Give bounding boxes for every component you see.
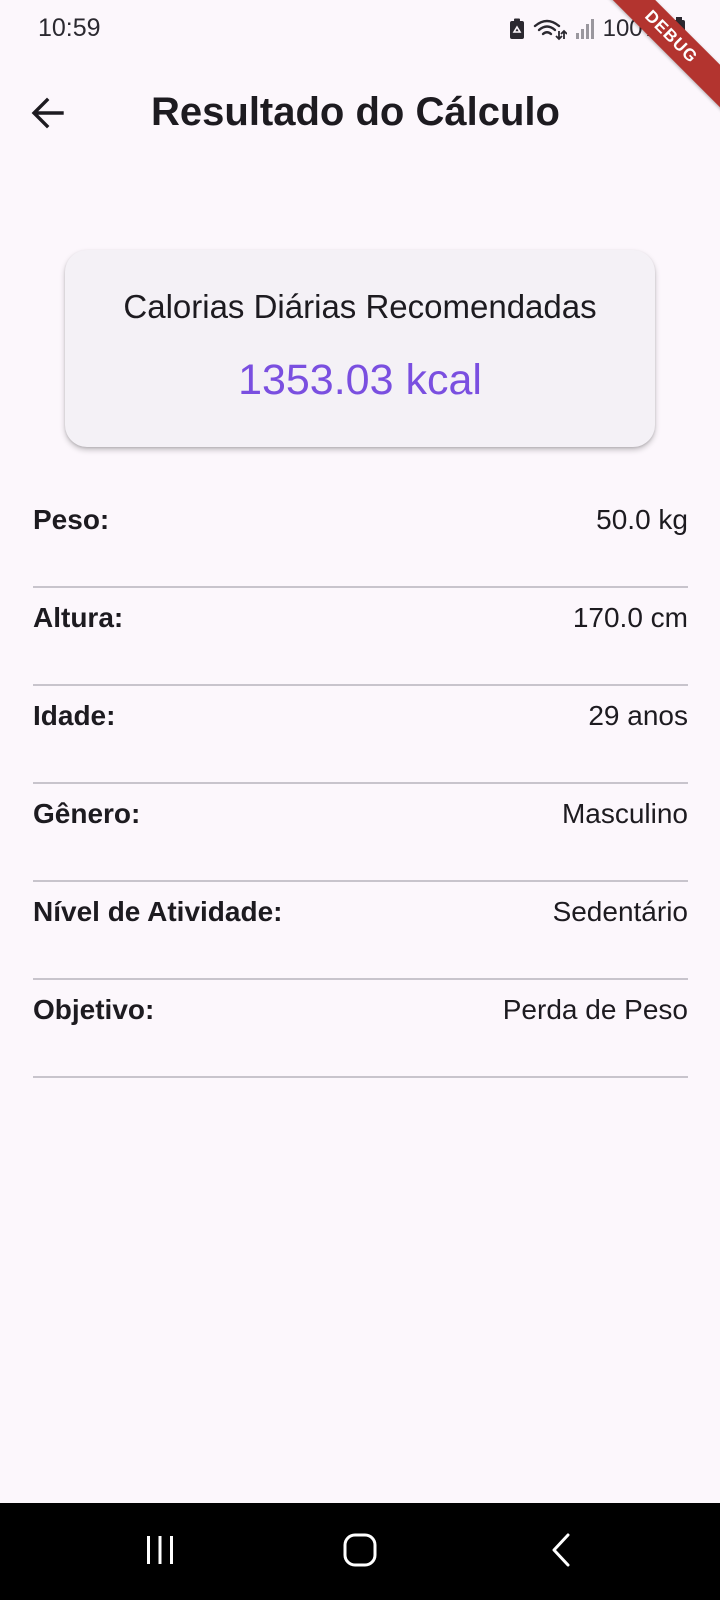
detail-label: Objetivo: <box>33 994 155 1025</box>
detail-value: 29 anos <box>588 700 688 731</box>
detail-label: Idade: <box>33 700 116 731</box>
app-bar: Resultado do Cálculo <box>0 70 720 160</box>
screen: 10:59 100% DEBUG Resultado do Cálculo Ca… <box>0 0 720 1600</box>
detail-value: Sedentário <box>552 896 688 927</box>
wifi-icon <box>533 17 567 41</box>
detail-value: 170.0 cm <box>572 602 688 633</box>
signal-icon <box>575 18 595 40</box>
detail-label: Peso: <box>33 504 110 535</box>
detail-row-altura: Altura: 170.0 cm <box>33 588 688 686</box>
system-nav-bar <box>0 1503 720 1600</box>
chevron-left-icon <box>547 1532 577 1573</box>
detail-label: Altura: <box>33 602 124 633</box>
home-button[interactable] <box>335 1527 385 1577</box>
detail-value: 50.0 kg <box>596 504 688 535</box>
recents-icon <box>143 1533 177 1572</box>
page-title: Resultado do Cálculo <box>151 90 560 134</box>
detail-row-genero: Gênero: Masculino <box>33 784 688 882</box>
detail-row-peso: Peso: 50.0 kg <box>33 490 688 588</box>
calorie-card: Calorias Diárias Recomendadas 1353.03 kc… <box>65 250 655 447</box>
status-time: 10:59 <box>38 14 101 42</box>
detail-row-idade: Idade: 29 anos <box>33 686 688 784</box>
calorie-value: 1353.03 kcal <box>238 356 482 404</box>
detail-value: Perda de Peso <box>502 994 688 1025</box>
card-title: Calorias Diárias Recomendadas <box>123 288 597 325</box>
arrow-left-icon <box>30 95 66 136</box>
detail-row-objetivo: Objetivo: Perda de Peso <box>33 980 688 1078</box>
home-icon <box>342 1532 378 1573</box>
detail-row-nivel-atividade: Nível de Atividade: Sedentário <box>33 882 688 980</box>
detail-label: Gênero: <box>33 798 141 829</box>
detail-value: Masculino <box>561 798 688 829</box>
recents-button[interactable] <box>135 1527 185 1577</box>
back-button[interactable] <box>24 91 72 139</box>
detail-label: Nível de Atividade: <box>33 896 283 927</box>
recycle-notification-icon <box>509 18 525 40</box>
status-bar: 10:59 100% <box>0 0 720 58</box>
nav-back-button[interactable] <box>537 1527 587 1577</box>
details-list: Peso: 50.0 kg Altura: 170.0 cm Idade: 29… <box>33 490 688 1078</box>
